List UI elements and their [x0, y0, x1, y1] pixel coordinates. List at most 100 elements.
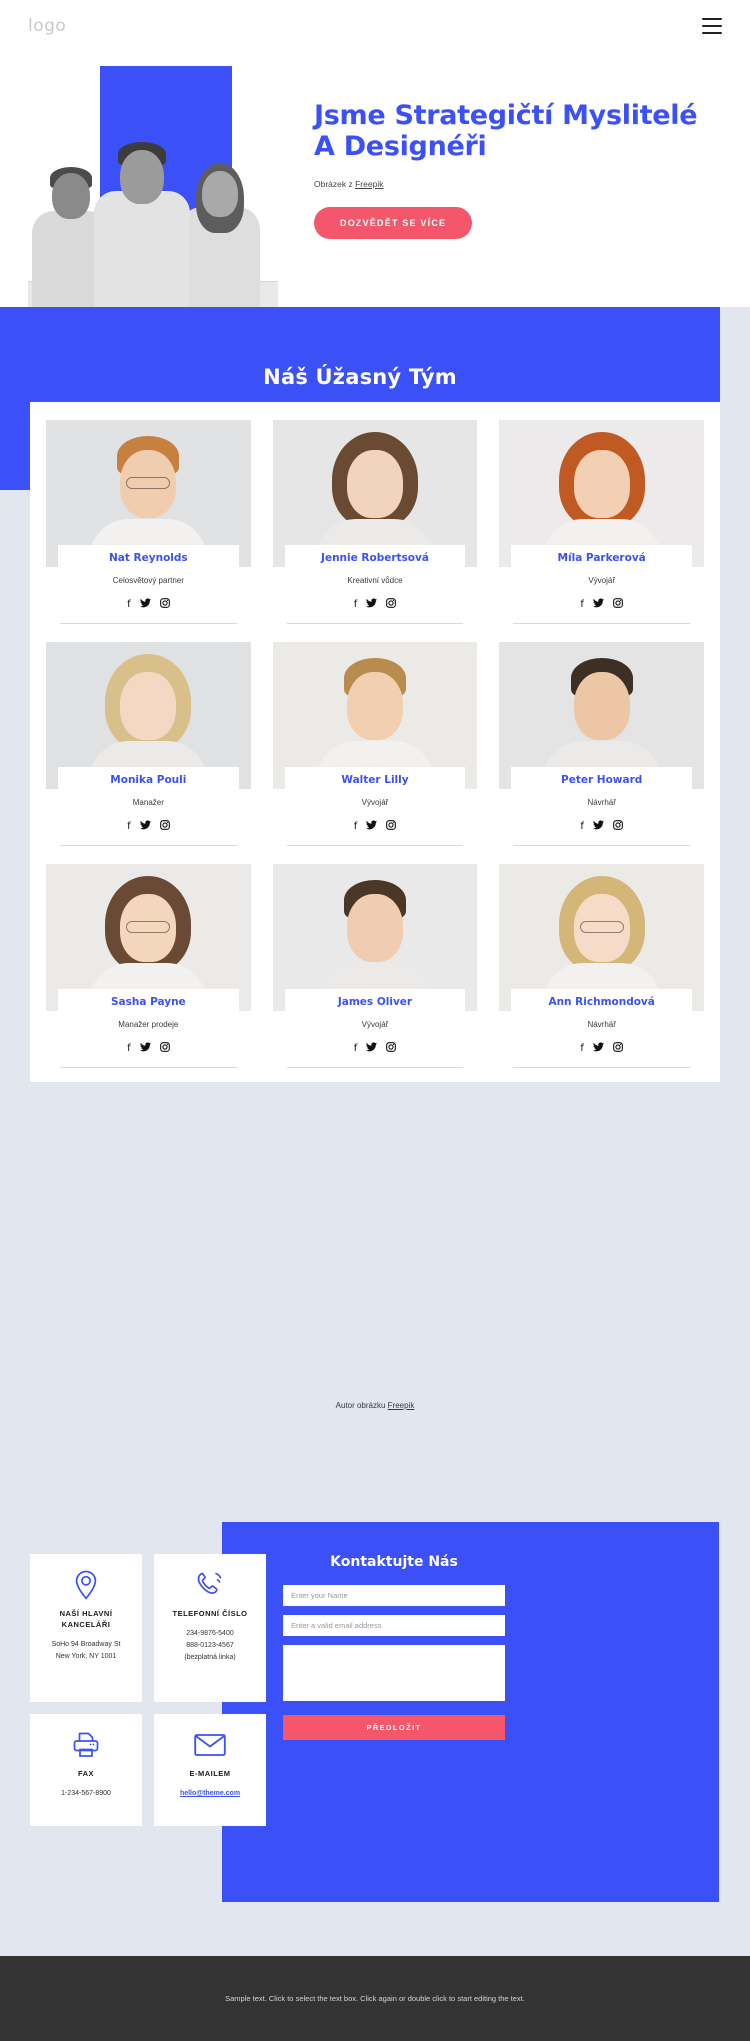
facebook-icon[interactable]: f [354, 599, 358, 610]
facebook-icon[interactable]: f [580, 1043, 584, 1054]
team-member-card: Sasha Payne Manažer prodeje f [46, 864, 251, 1068]
team-member-role: Návrhář [587, 1020, 616, 1029]
contact-info-line: New York, NY 1001 [55, 1653, 117, 1660]
team-member-divider [513, 845, 690, 846]
contact-info-card: FAX 1-234-567-8900 [30, 1714, 142, 1826]
team-member-social-links: f [499, 1042, 704, 1055]
facebook-icon[interactable]: f [127, 1043, 131, 1054]
team-member-social-links: f [499, 820, 704, 833]
team-member-name: James Oliver [284, 989, 466, 1011]
email-link[interactable]: hello@theme.com [162, 1788, 258, 1800]
photo-glasses [126, 477, 171, 489]
team-member-card: Míla Parkerová Vývojář f [499, 420, 704, 624]
contact-info-line: 234-9876-5400 [186, 1630, 234, 1637]
twitter-icon[interactable] [366, 598, 378, 611]
contact-info-line: 1-234-567-8900 [61, 1790, 111, 1797]
photo-head [573, 450, 630, 518]
twitter-icon[interactable] [592, 1042, 604, 1055]
contact-info-card: E-MAILEM hello@theme.com [154, 1714, 266, 1826]
twitter-icon[interactable] [139, 1042, 151, 1055]
team-member-card: Jennie Robertsová Kreativní vůdce f [272, 420, 478, 624]
team-member-social-links: f [273, 1042, 478, 1055]
burger-bar [702, 18, 722, 20]
team-heading: Náš Úžasný Tým [263, 365, 457, 389]
hero-title: Jsme Strategičtí Myslitelé A Designéři [314, 100, 698, 162]
team-member-social-links: f [273, 598, 478, 611]
contact-card-title: E-MAILEM [189, 1769, 231, 1778]
hero-credit-link[interactable]: Freepik [355, 179, 383, 189]
contact-info-card: TELEFONNÍ ČÍSLO 234-9876-5400 888-0123-456… [154, 1554, 266, 1702]
team-member-name: Míla Parkerová [511, 545, 692, 567]
contact-info-line: (bezplatná linka) [184, 1654, 236, 1661]
photo-head [120, 672, 177, 740]
team-member-social-links: f [273, 820, 478, 833]
photo-head [573, 672, 630, 740]
instagram-icon[interactable] [613, 820, 623, 833]
instagram-icon[interactable] [386, 598, 397, 611]
team-member-card: Ann Richmondová Návrhář f [499, 864, 704, 1068]
facebook-icon[interactable]: f [580, 599, 584, 610]
contact-card-lines: SoHo 94 Broadway St New York, NY 1001 [38, 1639, 134, 1663]
twitter-icon[interactable] [592, 820, 604, 833]
contact-card-lines: hello@theme.com [162, 1788, 258, 1800]
photo-head [346, 450, 403, 518]
instagram-icon[interactable] [386, 820, 397, 833]
team-member-role: Manažer prodeje [118, 1020, 179, 1029]
hero-person-head [120, 150, 164, 204]
team-member-role: Návrhář [587, 798, 616, 807]
photo-glasses [126, 921, 171, 933]
contact-section: NAŠÍ HLAVNÍ KANCELÁŘI SoHo 94 Broadway St… [0, 1446, 750, 1956]
name-input[interactable] [283, 1585, 505, 1606]
instagram-icon[interactable] [386, 1042, 397, 1055]
hamburger-menu-icon[interactable] [702, 18, 722, 34]
contact-form: Kontaktujte Nás PŘEDLOŽIT [283, 1554, 505, 1740]
submit-button[interactable]: PŘEDLOŽIT [283, 1715, 505, 1740]
team-member-divider [513, 623, 690, 624]
hero-credit-prefix: Obrázek z [314, 179, 356, 189]
contact-info-cards: NAŠÍ HLAVNÍ KANCELÁŘI SoHo 94 Broadway St… [30, 1554, 266, 1826]
facebook-icon[interactable]: f [580, 821, 584, 832]
facebook-icon[interactable]: f [354, 821, 358, 832]
twitter-icon[interactable] [366, 820, 378, 833]
burger-bar [702, 25, 722, 27]
team-member-role: Vývojář [588, 576, 615, 585]
team-member-name: Sasha Payne [58, 989, 239, 1011]
message-textarea[interactable] [283, 1645, 505, 1701]
twitter-icon[interactable] [592, 598, 604, 611]
team-member-role: Vývojář [361, 1020, 389, 1029]
instagram-icon[interactable] [159, 820, 170, 833]
contact-card-title: TELEFONNÍ ČÍSLO [172, 1609, 248, 1618]
facebook-icon[interactable]: f [127, 821, 131, 832]
logo[interactable]: logo [28, 16, 66, 36]
hero-person-body [94, 191, 190, 307]
phone-icon [162, 1570, 258, 1600]
team-member-social-links: f [46, 820, 251, 833]
team-credit-link[interactable]: Freepik [388, 1401, 415, 1410]
team-member-card: Nat Reynolds Celosvětový partner f [46, 420, 251, 624]
photo-glasses [579, 921, 624, 933]
team-member-divider [286, 1067, 464, 1068]
instagram-icon[interactable] [613, 598, 623, 611]
footer-sample-text: Sample text. Click to select the text bo… [225, 1993, 525, 2003]
team-grid: Nat Reynolds Celosvětový partner f Jennie R… [46, 420, 704, 1068]
twitter-icon[interactable] [139, 598, 151, 611]
printer-icon [38, 1730, 134, 1760]
hero-cta-button[interactable]: DOZVĚDĚT SE VÍCE [314, 207, 473, 239]
team-member-role: Celosvětový partner [112, 576, 184, 585]
contact-card-lines: 1-234-567-8900 [38, 1788, 134, 1800]
instagram-icon[interactable] [159, 1042, 170, 1055]
instagram-icon[interactable] [159, 598, 170, 611]
team-member-social-links: f [499, 598, 704, 611]
team-image-credit: Autor obrázku Freepik [0, 1401, 750, 1410]
team-member-role: Kreativní vůdce [347, 576, 403, 585]
facebook-icon[interactable]: f [354, 1043, 358, 1054]
twitter-icon[interactable] [139, 820, 151, 833]
twitter-icon[interactable] [366, 1042, 378, 1055]
team-member-name: Monika Pouli [58, 767, 239, 789]
team-section: Náš Úžasný Tým Nat Reynolds Celosvětový p… [0, 307, 750, 1446]
instagram-icon[interactable] [613, 1042, 623, 1055]
email-input[interactable] [283, 1615, 505, 1636]
team-card-panel: Nat Reynolds Celosvětový partner f Jennie R… [30, 402, 720, 1082]
facebook-icon[interactable]: f [127, 599, 131, 610]
team-member-social-links: f [46, 598, 251, 611]
